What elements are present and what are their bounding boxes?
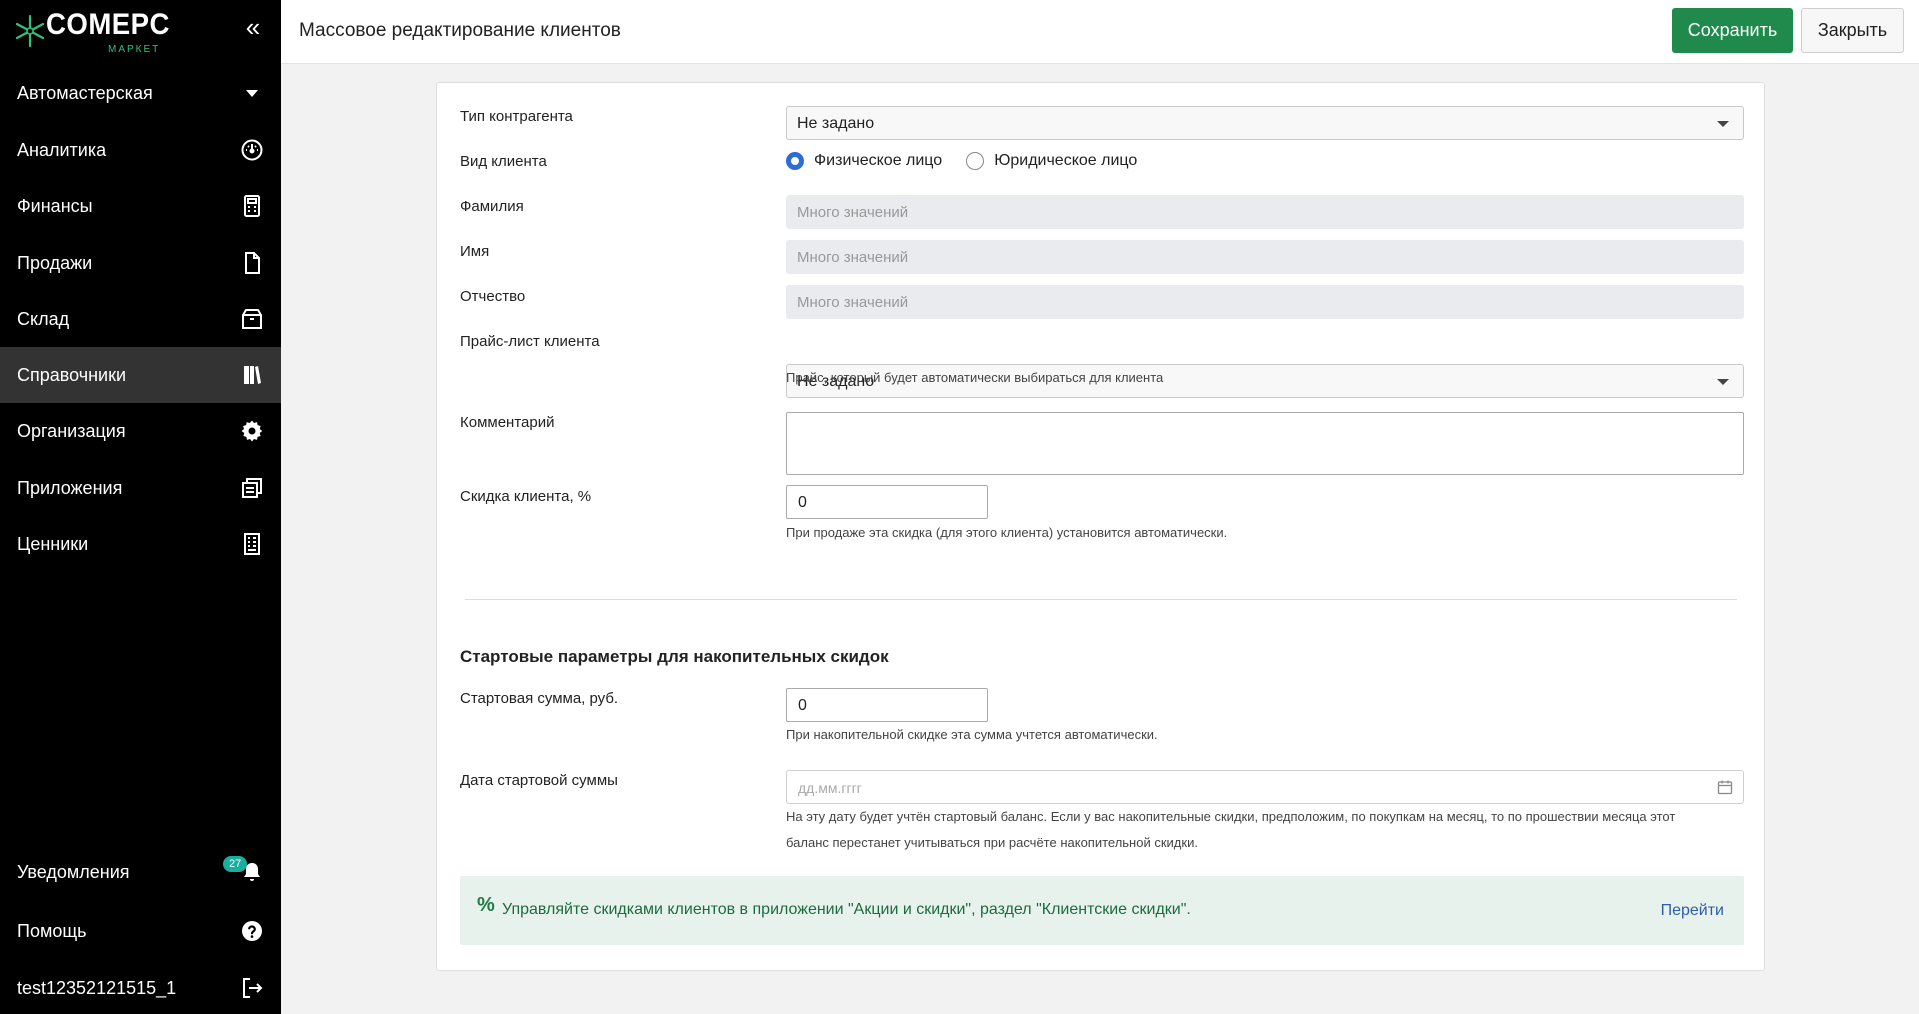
start-sum-help: При накопительной скидке эта сумма учтет… [786,727,1158,742]
start-sum-label: Стартовая сумма, руб. [460,690,619,707]
start-date-help-line2: баланс перестанет учитываться при расчёт… [786,835,1198,850]
start-date-input[interactable]: дд.мм.гггг [786,770,1744,804]
last-name-label: Фамилия [460,198,524,215]
price-list-label: Прайс-лист клиента [460,333,600,350]
question-icon [240,919,264,943]
notification-count-badge: 27 [223,856,248,872]
sidebar-item-directories[interactable]: Справочники [0,347,281,403]
discount-help: При продаже эта скидка (для этого клиент… [786,525,1228,540]
sidebar-item-analytics[interactable]: Аналитика [0,122,281,178]
page-title: Массовое редактирование клиентов [299,20,621,41]
calculator-icon [240,194,264,218]
caret-down-icon [1717,379,1729,385]
counterparty-type-label: Тип контрагента [460,108,573,125]
sidebar-item-warehouse[interactable]: Склад [0,291,281,347]
close-button[interactable]: Закрыть [1801,8,1904,53]
save-button[interactable]: Сохранить [1672,8,1793,53]
price-tag-icon [240,532,264,556]
comment-label: Комментарий [460,414,555,431]
notifications[interactable]: Уведомления 27 [0,844,281,900]
store-selector[interactable]: Автомастерская [0,65,281,121]
last-name-field[interactable]: Много значений [786,195,1744,229]
counterparty-type-select[interactable]: Не задано [786,106,1744,140]
start-date-label: Дата стартовой суммы [460,772,618,789]
logo[interactable]: COMEPC МАРКЕТ [16,8,169,56]
section-title: Стартовые параметры для накопительных ск… [460,647,889,666]
sidebar-item-sales[interactable]: Продажи [0,235,281,291]
edit-form-card: Тип контрагента Не задано Вид клиента Фи… [436,82,1765,971]
client-kind-radio-group: Физическое лицо Юридическое лицо [786,152,1137,170]
logo-star-icon [16,14,44,48]
discounts-promo-banner: % Управляйте скидками клиентов в приложе… [460,876,1744,945]
gauge-icon [240,138,264,162]
caret-down-icon [240,81,264,105]
collapse-sidebar-icon[interactable]: « [238,12,268,42]
books-icon [240,363,264,387]
windows-icon [240,476,264,500]
sidebar-item-organization[interactable]: Организация [0,403,281,459]
promo-text: Управляйте скидками клиентов в приложени… [502,901,1191,918]
box-icon [240,307,264,331]
document-icon [240,251,264,275]
comment-textarea[interactable] [786,412,1744,475]
logo-subtitle: МАРКЕТ [108,44,161,55]
calendar-icon[interactable] [1717,779,1733,795]
percent-icon: % [477,894,495,916]
radio-legal-entity-label[interactable]: Юридическое лицо [994,152,1137,170]
sidebar-item-apps[interactable]: Приложения [0,460,281,516]
sidebar-item-price-tags[interactable]: Ценники [0,516,281,572]
promo-go-link[interactable]: Перейти [1661,902,1724,920]
logout-icon[interactable] [240,976,264,1000]
start-date-help-line1: На эту дату будет учтён стартовый баланс… [786,809,1676,824]
user-logout[interactable]: test12352121515_1 [0,960,281,1014]
start-date-placeholder: дд.мм.гггг [798,780,862,796]
help[interactable]: Помощь [0,903,281,959]
first-name-field[interactable]: Много значений [786,240,1744,274]
price-list-help: Прайс, который будет автоматически выбир… [786,370,1164,385]
middle-name-label: Отчество [460,288,526,305]
discount-input[interactable]: 0 [786,485,988,519]
discount-label: Скидка клиента, % [460,488,592,505]
divider [465,599,1737,600]
logo-text: COMEPC [46,8,170,41]
radio-individual[interactable] [786,152,804,170]
counterparty-type-value: Не задано [797,115,875,132]
start-sum-input[interactable]: 0 [786,688,988,722]
first-name-label: Имя [460,243,490,260]
header: Массовое редактирование клиентов Сохрани… [281,0,1919,64]
sidebar-item-finance[interactable]: Финансы [0,178,281,234]
middle-name-field[interactable]: Много значений [786,285,1744,319]
sidebar: COMEPC МАРКЕТ « Автомастерская Аналитика… [0,0,281,1014]
radio-individual-label[interactable]: Физическое лицо [814,152,942,170]
client-kind-label: Вид клиента [460,153,547,170]
radio-legal-entity[interactable] [966,152,985,170]
caret-down-icon [1717,121,1729,127]
gear-icon [240,419,264,443]
